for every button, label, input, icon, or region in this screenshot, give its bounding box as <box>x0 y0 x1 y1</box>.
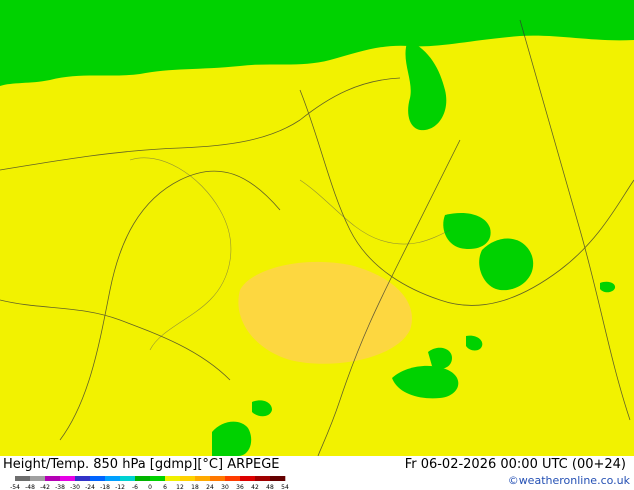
color-scale-swatch <box>270 476 286 481</box>
color-scale-swatch <box>255 476 271 481</box>
color-scale-tick-label: -30 <box>70 484 80 490</box>
info-bar: Height/Temp. 850 hPa [gdmp][°C] ARPEGE F… <box>0 456 634 490</box>
color-scale-swatch <box>105 476 121 481</box>
color-scale-tick-label: 18 <box>191 484 199 490</box>
color-scale-swatch <box>45 476 61 481</box>
color-scale-tick-label: 30 <box>221 484 229 490</box>
color-scale-tick-label: 48 <box>266 484 274 490</box>
color-scale-tick-label: -12 <box>115 484 125 490</box>
color-scale-tick-label: -42 <box>40 484 50 490</box>
temperature-map <box>0 0 634 456</box>
color-scale-tick-label: 12 <box>176 484 184 490</box>
color-scale-swatch <box>15 476 31 481</box>
weather-map-view: Height/Temp. 850 hPa [gdmp][°C] ARPEGE F… <box>0 0 634 490</box>
color-scale-swatch <box>135 476 151 481</box>
color-scale-swatch <box>225 476 241 481</box>
color-scale-swatch <box>75 476 91 481</box>
color-scale-tick-label: -48 <box>25 484 35 490</box>
color-scale-tick-label: 0 <box>148 484 152 490</box>
color-scale-tick-label: -38 <box>55 484 65 490</box>
credit-link[interactable]: ©weatheronline.co.uk <box>508 474 630 487</box>
color-scale-swatch <box>60 476 76 481</box>
color-scale-tick-label: -18 <box>100 484 110 490</box>
color-scale-swatch <box>90 476 106 481</box>
color-scale-tick-label: 6 <box>163 484 167 490</box>
valid-time: Fr 06-02-2026 00:00 UTC (00+24) <box>404 457 626 472</box>
color-scale-tick-label: -6 <box>132 484 138 490</box>
color-scale-swatch <box>150 476 166 481</box>
color-scale-swatch <box>195 476 211 481</box>
map-title: Height/Temp. 850 hPa [gdmp][°C] ARPEGE <box>3 457 280 472</box>
color-scale-tick-label: 24 <box>206 484 214 490</box>
color-scale-tick-label: -24 <box>85 484 95 490</box>
color-scale-swatch <box>240 476 256 481</box>
color-scale-swatch <box>210 476 226 481</box>
color-scale-swatch <box>120 476 136 481</box>
color-scale-tick-label: -54 <box>10 484 20 490</box>
color-scale-tick-label: 54 <box>281 484 289 490</box>
color-scale: -54 -48 -42 -38 -30 -24 -18 -12 -6 0 6 12 18 24 30 36 42… <box>10 476 289 490</box>
color-scale-swatch <box>30 476 46 481</box>
cold-area-south-3 <box>212 421 252 456</box>
color-scale-tick-label: 42 <box>251 484 259 490</box>
color-scale-tick-label: 36 <box>236 484 244 490</box>
color-scale-swatch <box>165 476 181 481</box>
color-scale-swatch <box>180 476 196 481</box>
